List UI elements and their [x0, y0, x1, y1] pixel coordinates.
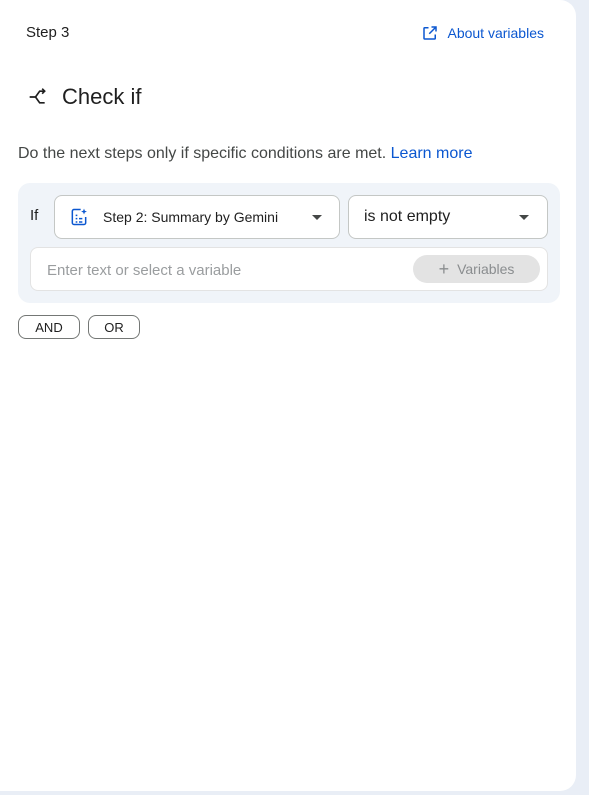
gemini-summary-icon — [71, 208, 87, 226]
learn-more-link[interactable]: Learn more — [391, 145, 473, 162]
about-variables-label: About variables — [447, 25, 544, 41]
variables-button[interactable]: + Variables — [413, 255, 540, 283]
operator-select[interactable]: is not empty — [348, 195, 548, 239]
page-title: Check if — [28, 84, 141, 110]
branch-icon — [29, 88, 46, 104]
or-button[interactable]: OR — [88, 315, 140, 339]
about-variables-link[interactable]: About variables — [421, 24, 544, 42]
step-label: Step 3 — [26, 24, 70, 41]
variable-select-value: Step 2: Summary by Gemini — [103, 209, 279, 225]
value-input[interactable] — [45, 258, 389, 282]
description: Do the next steps only if specific condi… — [18, 145, 472, 163]
if-label: If — [30, 207, 39, 224]
condition-box: If Step 2: Summary by Gemini is not empt… — [18, 183, 560, 303]
value-field: + Variables — [30, 247, 548, 291]
plus-icon: + — [438, 259, 450, 279]
step-panel: Step 3 About variables Check if Do the n… — [0, 0, 576, 791]
operator-select-value: is not empty — [364, 208, 451, 225]
open-in-new-icon — [423, 26, 438, 40]
and-button[interactable]: AND — [18, 315, 80, 339]
description-text: Do the next steps only if specific condi… — [18, 145, 387, 162]
title-text: Check if — [62, 84, 142, 109]
variables-button-label: Variables — [457, 261, 515, 277]
variable-select[interactable]: Step 2: Summary by Gemini — [54, 195, 340, 239]
chevron-down-icon — [312, 215, 322, 220]
chevron-down-icon — [519, 215, 529, 220]
